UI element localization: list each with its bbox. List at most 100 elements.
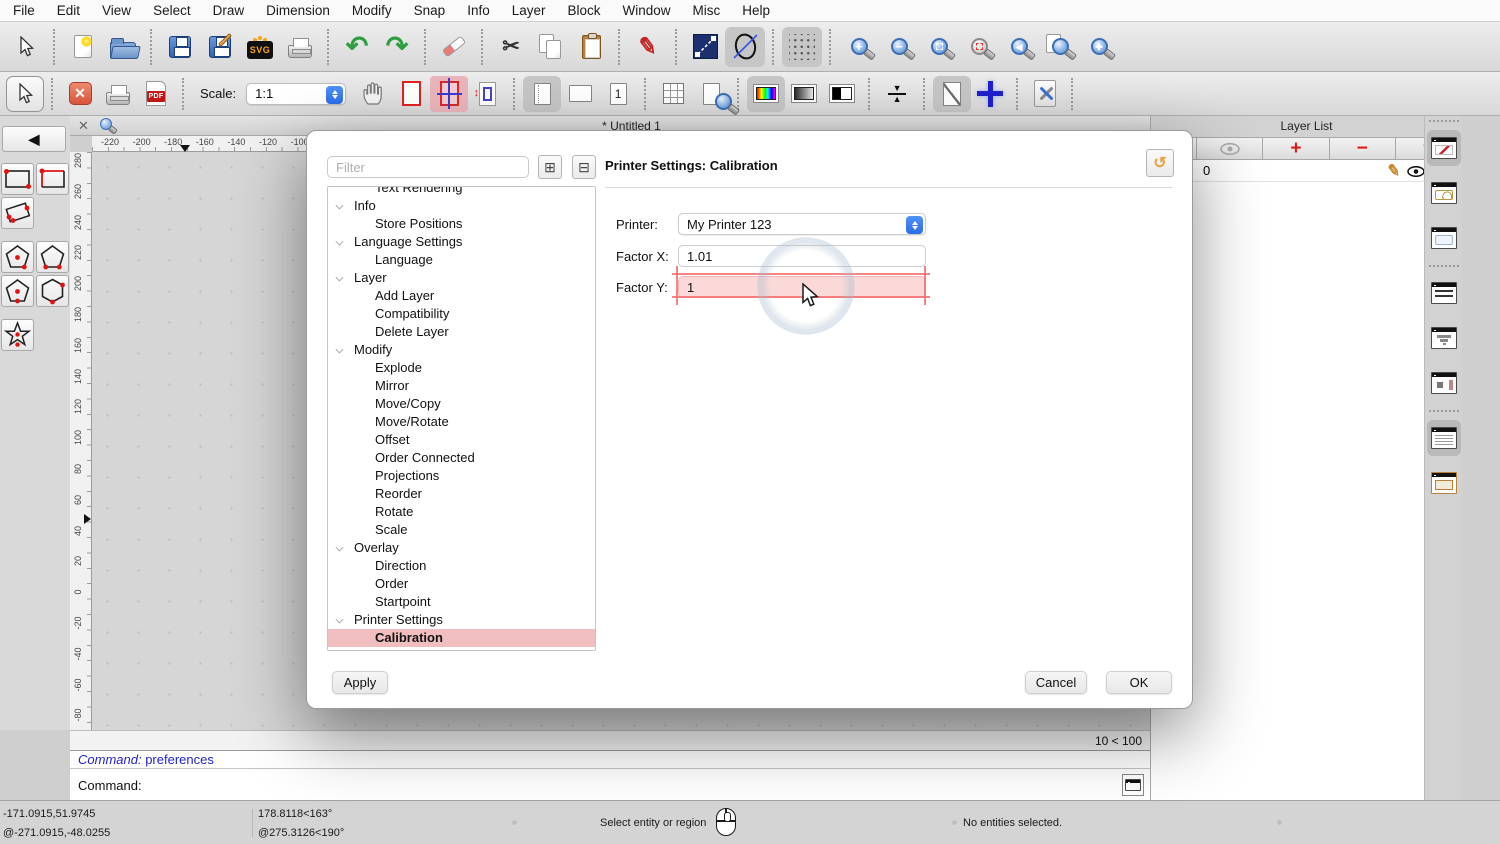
rect-corner-tool-button[interactable]	[36, 163, 69, 195]
menu-select[interactable]: Select	[153, 3, 191, 18]
menu-edit[interactable]: Edit	[57, 3, 80, 18]
settings-tools-button[interactable]	[1026, 76, 1064, 112]
redo-button[interactable]: ↷	[377, 27, 417, 67]
back-tool-button[interactable]: ◀	[2, 126, 66, 152]
polygon-center-side-tool-button[interactable]	[1, 275, 34, 307]
page-portrait-button[interactable]	[523, 76, 561, 112]
tree-item-info[interactable]: Info	[328, 197, 595, 215]
paste-button[interactable]	[571, 27, 611, 67]
ok-button[interactable]: OK	[1106, 671, 1172, 694]
paper-crosshair-button[interactable]	[430, 76, 468, 112]
ellipse-tool-button[interactable]	[725, 27, 765, 67]
zoom-previous-button[interactable]: ◀	[999, 27, 1039, 67]
menu-modify[interactable]: Modify	[352, 3, 392, 18]
page-landscape-button[interactable]	[561, 76, 599, 112]
menu-help[interactable]: Help	[742, 3, 770, 18]
tree-item-order[interactable]: Order	[328, 575, 595, 593]
tree-item-store-positions[interactable]: Store Positions	[328, 215, 595, 233]
menu-view[interactable]: View	[102, 3, 131, 18]
chevron-down-icon[interactable]	[336, 346, 343, 353]
printer-select[interactable]: My Printer 123	[678, 213, 926, 235]
line-tool-button[interactable]	[685, 27, 725, 67]
pan-hand-button[interactable]	[354, 76, 392, 112]
menu-snap[interactable]: Snap	[414, 3, 446, 18]
color-grayscale-button[interactable]	[785, 76, 823, 112]
menu-window[interactable]: Window	[623, 3, 671, 18]
copy-button[interactable]	[531, 27, 571, 67]
star-tool-button[interactable]	[1, 319, 34, 351]
tree-item-overlay[interactable]: Overlay	[328, 539, 595, 557]
menu-layer[interactable]: Layer	[512, 3, 546, 18]
zoom-out-button[interactable]: −	[879, 27, 919, 67]
dock-clipboard-button[interactable]	[1427, 465, 1461, 501]
layer-row[interactable]: 0 ✎	[1151, 160, 1462, 182]
dock-library-button[interactable]	[1427, 220, 1461, 256]
zoom-window-button[interactable]	[1039, 27, 1079, 67]
tree-item-printer-settings[interactable]: Printer Settings	[328, 611, 595, 629]
menu-dimension[interactable]: Dimension	[266, 3, 330, 18]
tree-item-rotate[interactable]: Rotate	[328, 503, 595, 521]
grid-points-button[interactable]	[782, 27, 822, 67]
polygon-center-tool-button[interactable]	[1, 241, 34, 273]
filter-input[interactable]	[327, 156, 529, 178]
layer-eye-icon[interactable]	[1406, 162, 1426, 180]
crosshair-blue-button[interactable]	[971, 76, 1009, 112]
dock-selection-filter-button[interactable]	[1427, 320, 1461, 356]
tree-item-layer[interactable]: Layer	[328, 269, 595, 287]
close-doc-button[interactable]: ✕	[61, 76, 99, 112]
cut-button[interactable]: ✂	[491, 27, 531, 67]
delete-eraser-button[interactable]	[434, 27, 474, 67]
tree-item-startpoint[interactable]: Startpoint	[328, 593, 595, 611]
command-window-toggle-icon[interactable]	[1122, 774, 1144, 796]
expand-all-button[interactable]: ⊞	[538, 155, 562, 179]
color-blackwhite-button[interactable]	[823, 76, 861, 112]
fit-vertical-button[interactable]: ▼▲	[878, 76, 916, 112]
tree-item-language-settings[interactable]: Language Settings	[328, 233, 595, 251]
apply-button[interactable]: Apply	[332, 671, 388, 694]
page-single-button[interactable]: 1	[599, 76, 637, 112]
layer-add-button[interactable]: +	[1263, 137, 1329, 160]
menu-block[interactable]: Block	[568, 3, 601, 18]
layer-remove-button[interactable]: −	[1330, 137, 1396, 160]
zoom-auto-button[interactable]	[919, 27, 959, 67]
save-button[interactable]	[160, 27, 200, 67]
command-line[interactable]: Command:	[70, 768, 1150, 800]
zoom-in-button[interactable]: +	[839, 27, 879, 67]
chevron-down-icon[interactable]	[336, 544, 343, 551]
menu-draw[interactable]: Draw	[213, 3, 245, 18]
tree-item-reorder[interactable]: Reorder	[328, 485, 595, 503]
save-as-button[interactable]	[200, 27, 240, 67]
page-diagonal-button[interactable]	[933, 76, 971, 112]
tree-item-modify[interactable]: Modify	[328, 341, 595, 359]
cancel-button[interactable]: Cancel	[1025, 671, 1087, 694]
print-preview-button[interactable]	[280, 27, 320, 67]
polygon-hexagon-tool-button[interactable]	[36, 275, 69, 307]
tree-item-move-copy[interactable]: Move/Copy	[328, 395, 595, 413]
rect-rotated-tool-button[interactable]	[1, 197, 34, 229]
menu-file[interactable]: File	[13, 3, 35, 18]
reset-button[interactable]: ↺	[1146, 149, 1174, 177]
tree-item-offset[interactable]: Offset	[328, 431, 595, 449]
dock-layer-list-button[interactable]	[1427, 275, 1461, 311]
collapse-all-button[interactable]: ⊟	[572, 155, 596, 179]
tree-item-language[interactable]: Language	[328, 251, 595, 269]
color-full-button[interactable]	[747, 76, 785, 112]
rect-2points-tool-button[interactable]	[1, 163, 34, 195]
dock-command-button[interactable]	[1427, 420, 1461, 456]
layer-edit-icon[interactable]: ✎	[1384, 162, 1404, 180]
draw-pen-button[interactable]: ✎	[628, 27, 668, 67]
dock-blocks-button[interactable]	[1427, 175, 1461, 211]
dock-pen-properties-button[interactable]	[1427, 130, 1461, 166]
polygon-2corners-tool-button[interactable]	[36, 241, 69, 273]
print-button[interactable]	[99, 76, 137, 112]
pointer-button[interactable]	[6, 27, 46, 67]
layer-visibility-button[interactable]	[1197, 137, 1263, 160]
pointer-button[interactable]	[6, 76, 44, 112]
paper-fit-button[interactable]	[468, 76, 506, 112]
zoom-page-button[interactable]	[692, 76, 730, 112]
export-svg-button[interactable]: SVG	[240, 27, 280, 67]
grid-lines-button[interactable]	[654, 76, 692, 112]
chevron-down-icon[interactable]	[336, 202, 343, 209]
paper-border-button[interactable]	[392, 76, 430, 112]
new-file-button[interactable]	[63, 27, 103, 67]
